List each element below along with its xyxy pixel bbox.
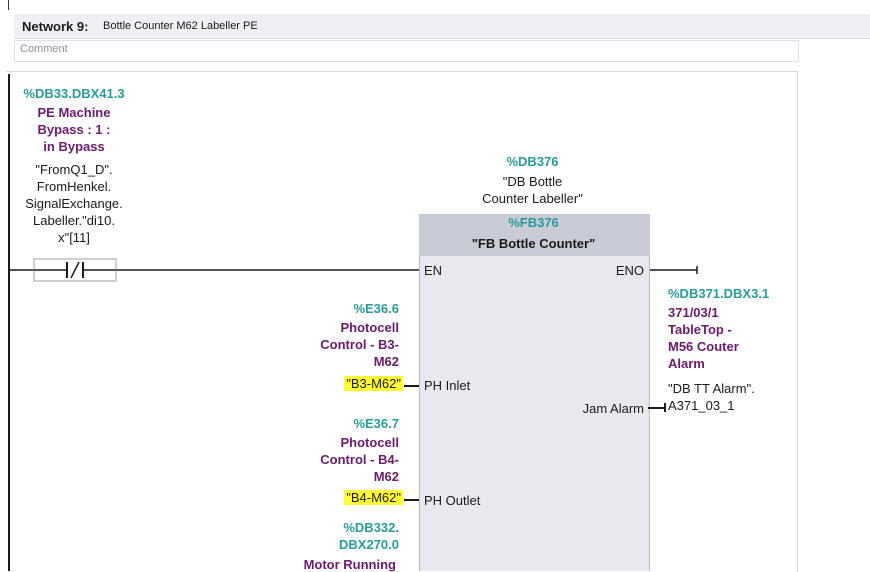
contact-tag[interactable]: "FromQ1_D". FromHenkel. SignalExchange. … [12,161,136,246]
comment-placeholder: Comment [20,43,68,55]
motor-running-address[interactable]: %DB332. DBX270.0 [280,519,399,553]
ph-inlet-wire [404,385,419,387]
network-number: Network 9: [22,19,89,34]
ph-inlet-tag[interactable]: "B3-M62" [280,376,403,391]
instance-db-address[interactable]: %DB376 [470,154,595,169]
pin-en[interactable]: EN [424,263,442,278]
jam-alarm-tag[interactable]: "DB TT Alarm". A371_03_1 [668,380,793,414]
ph-outlet-address[interactable]: %E36.7 [280,416,399,431]
motor-running-symbol[interactable]: Motor Running [260,557,396,572]
left-power-rail [8,74,10,571]
fb-number: %FB376 [508,215,559,230]
ph-outlet-symbol[interactable]: Photocell Control - B4- M62 [280,434,399,485]
instance-db-name[interactable]: "DB Bottle Counter Labeller" [460,173,605,207]
pin-ph-outlet[interactable]: PH Outlet [424,493,480,508]
normally-closed-contact-icon[interactable] [33,258,117,282]
network-comment-field[interactable] [14,40,799,62]
jam-alarm-symbol[interactable]: 371/03/1 TableTop - M56 Couter Alarm [668,304,798,372]
ph-outlet-tag[interactable]: "B4-M62" [280,490,403,505]
top-strip [0,0,870,14]
network-title[interactable]: Bottle Counter M62 Labeller PE [103,20,258,32]
ph-outlet-wire [404,499,419,501]
contact-symbol[interactable]: PE Machine Bypass : 1 : in Bypass [12,104,136,155]
jam-alarm-address[interactable]: %DB371.DBX3.1 [668,286,769,301]
jam-alarm-wire-end [664,403,666,412]
pin-jam-alarm[interactable]: Jam Alarm [560,401,644,416]
ph-inlet-symbol[interactable]: Photocell Control - B3- M62 [280,319,399,370]
fb-name: "FB Bottle Counter" [471,236,596,251]
pin-eno[interactable]: ENO [590,263,644,278]
pin-ph-inlet[interactable]: PH Inlet [424,378,470,393]
contact-address[interactable]: %DB33.DBX41.3 [12,86,136,101]
ph-inlet-address[interactable]: %E36.6 [280,301,399,316]
jam-alarm-wire [648,407,665,409]
